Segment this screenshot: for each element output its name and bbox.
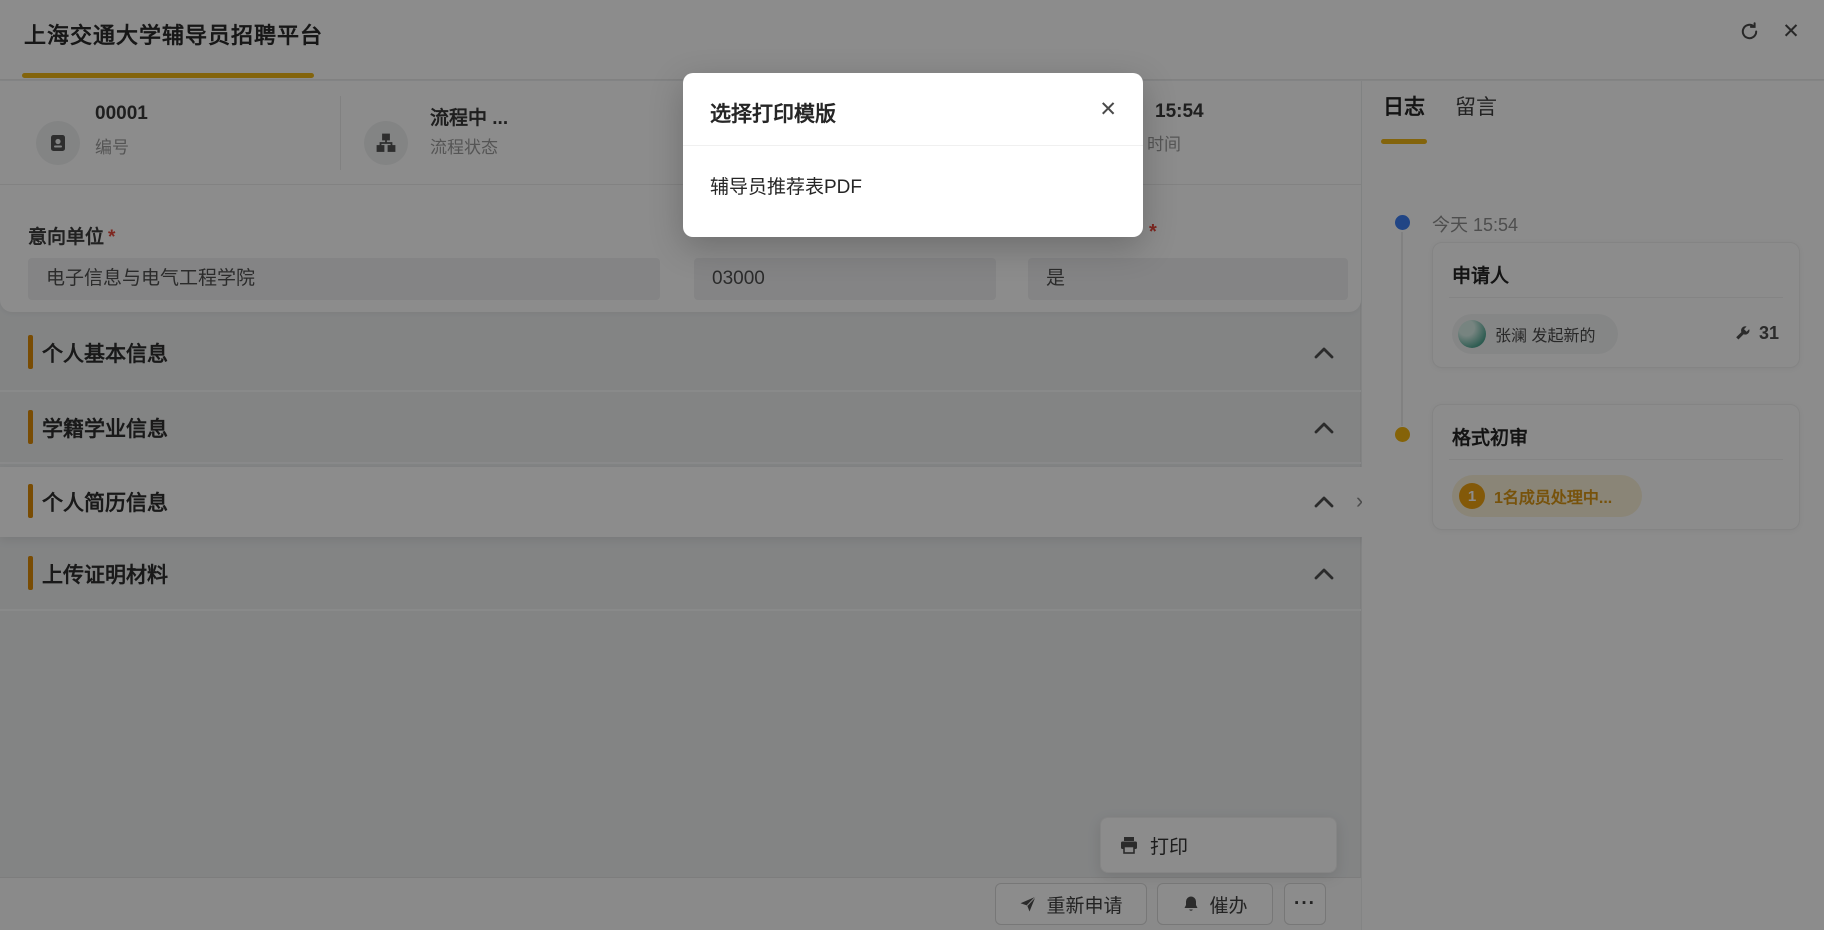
page: 上海交通大学辅导员招聘平台 ✕ 00001 编号 流程中 ... 流程状态 15…: [0, 0, 1824, 930]
template-option-pdf[interactable]: 辅导员推荐表PDF: [683, 161, 1143, 215]
print-template-modal: 选择打印模版 ✕ 辅导员推荐表PDF: [683, 73, 1143, 237]
modal-divider: [683, 145, 1143, 146]
modal-title: 选择打印模版: [710, 98, 836, 128]
modal-close-button[interactable]: ✕: [1099, 97, 1117, 122]
